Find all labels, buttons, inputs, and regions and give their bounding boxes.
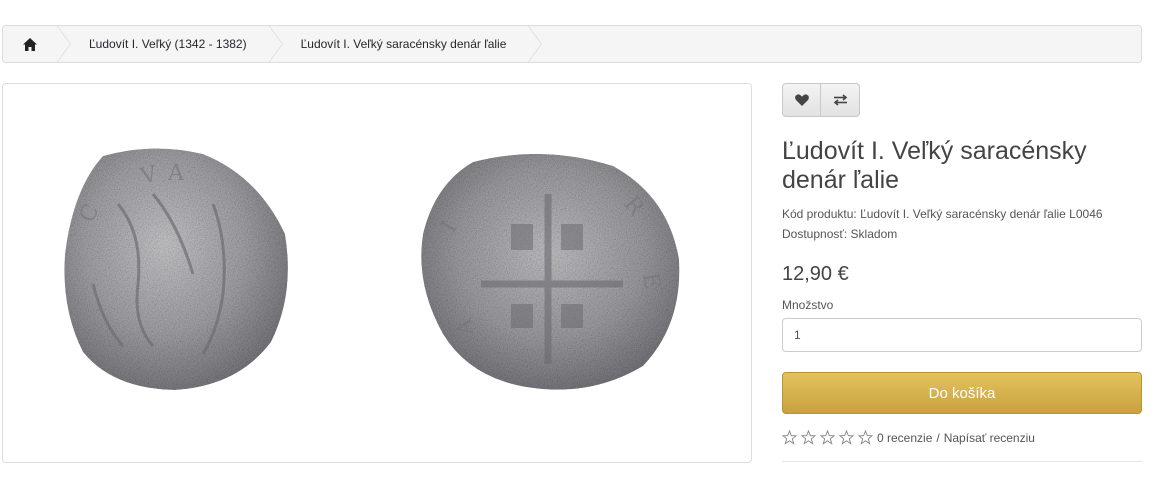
home-icon [23, 37, 37, 51]
star-empty-icon [820, 430, 835, 445]
reviews-link[interactable]: 0 recenzie [877, 431, 932, 445]
product-code-value: Ľudovít I. Veľký saracénsky denár ľalie … [860, 207, 1103, 221]
svg-text:A: A [167, 161, 185, 186]
availability-value: Skladom [850, 227, 898, 241]
star-empty-icon [801, 430, 816, 445]
exchange-icon [833, 94, 847, 106]
compare-button[interactable] [821, 83, 860, 117]
product-code: Kód produktu: Ľudovít I. Veľký saracénsk… [782, 204, 1142, 224]
product-availability: Dostupnosť: Skladom [782, 224, 1142, 244]
breadcrumb: Ľudovít I. Veľký (1342 - 1382) Ľudovít I… [2, 25, 1142, 63]
reviews-separator: / [936, 430, 940, 445]
product-actions [782, 83, 1142, 117]
breadcrumb-category[interactable]: Ľudovít I. Veľký (1342 - 1382) [57, 26, 269, 62]
product-price: 12,90 € [782, 263, 849, 285]
star-empty-icon [858, 430, 873, 445]
divider [782, 461, 1142, 462]
breadcrumb-home[interactable] [3, 26, 57, 62]
star-empty-icon [839, 430, 854, 445]
add-to-cart-button[interactable]: Do košíka [782, 372, 1142, 414]
star-empty-icon [782, 430, 797, 445]
quantity-label: Množstvo [782, 298, 834, 312]
quantity-input[interactable] [782, 318, 1142, 352]
rating-row: 0 recenzie / Napísať recenziu [782, 430, 1142, 445]
wishlist-button[interactable] [782, 83, 821, 117]
product-title: Ľudovít I. Veľký saracénsky denár ľalie [782, 137, 1087, 194]
write-review-link[interactable]: Napísať recenziu [944, 431, 1035, 445]
product-image-panel[interactable]: V A C R E I A [2, 83, 752, 463]
product-code-label: Kód produktu: [782, 207, 857, 221]
availability-label: Dostupnosť: [782, 227, 848, 241]
product-info: Ľudovít I. Veľký saracénsky denár ľalie … [782, 83, 1142, 462]
breadcrumb-product[interactable]: Ľudovít I. Veľký saracénsky denár ľalie [269, 26, 529, 62]
product-meta: Kód produktu: Ľudovít I. Veľký saracénsk… [782, 204, 1142, 244]
heart-icon [794, 94, 809, 106]
product-image[interactable]: V A C R E I A [3, 84, 752, 463]
